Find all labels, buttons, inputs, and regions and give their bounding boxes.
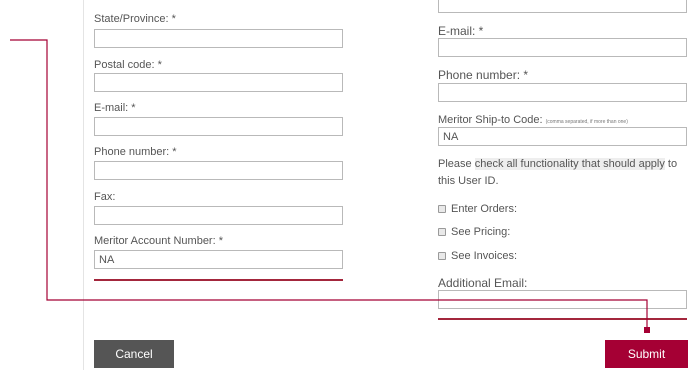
submit-button[interactable]: Submit xyxy=(605,340,688,368)
enter-orders-option[interactable]: Enter Orders: xyxy=(438,203,517,215)
fax-input[interactable] xyxy=(94,206,343,225)
email-label: E-mail: * xyxy=(94,102,136,114)
state-province-label: State/Province: * xyxy=(94,13,176,25)
ship-to-code-hint: (comma separated, if more than one) xyxy=(545,119,628,125)
postal-code-input[interactable] xyxy=(94,73,343,92)
ship-to-code-input[interactable]: NA xyxy=(438,127,687,146)
ship-to-code-label-text: Meritor Ship-to Code: xyxy=(438,114,543,126)
right-section-divider xyxy=(438,318,687,320)
fax-label: Fax: xyxy=(94,191,116,203)
see-pricing-option[interactable]: See Pricing: xyxy=(438,226,510,238)
see-pricing-label: See Pricing: xyxy=(451,226,511,238)
left-section-divider xyxy=(94,279,343,281)
account-number-input[interactable]: NA xyxy=(94,250,343,269)
right-phone-input[interactable] xyxy=(438,83,687,102)
see-invoices-label: See Invoices: xyxy=(451,250,518,262)
see-pricing-checkbox[interactable] xyxy=(438,228,446,236)
right-phone-label: Phone number: * xyxy=(438,68,529,82)
instructions-highlight: check all functionality that should appl… xyxy=(474,158,665,170)
right-email-label: E-mail: * xyxy=(438,24,484,38)
enter-orders-checkbox[interactable] xyxy=(438,205,446,213)
postal-code-label: Postal code: * xyxy=(94,59,162,71)
see-invoices-option[interactable]: See Invoices: xyxy=(438,250,517,262)
enter-orders-label: Enter Orders: xyxy=(451,203,518,215)
instructions-pre: Please xyxy=(438,158,475,170)
additional-email-input[interactable] xyxy=(438,290,687,309)
phone-number-input[interactable] xyxy=(94,161,343,180)
cancel-button[interactable]: Cancel xyxy=(94,340,174,368)
email-input[interactable] xyxy=(94,117,343,136)
account-number-label: Meritor Account Number: * xyxy=(94,235,223,247)
additional-email-label: Additional Email: xyxy=(438,276,528,290)
previous-field-bottom[interactable] xyxy=(438,0,687,13)
functionality-instructions: Please check all functionality that shou… xyxy=(438,156,690,190)
phone-number-label: Phone number: * xyxy=(94,146,177,158)
see-invoices-checkbox[interactable] xyxy=(438,252,446,260)
state-province-input[interactable] xyxy=(94,29,343,48)
right-email-input[interactable] xyxy=(438,38,687,57)
